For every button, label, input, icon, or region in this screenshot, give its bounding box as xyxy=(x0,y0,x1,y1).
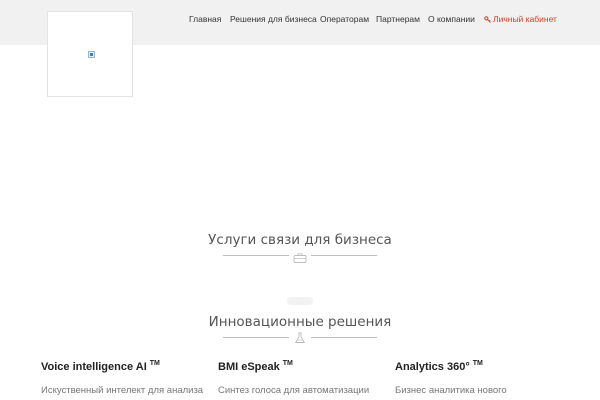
decorative-pill xyxy=(287,297,313,305)
briefcase-icon xyxy=(293,250,307,263)
telecom-section-title: Услуги связи для бизнеса xyxy=(208,232,392,248)
nav-item-home[interactable]: Главная xyxy=(189,14,221,24)
telecom-divider-left xyxy=(223,255,289,256)
product-card-voice-ai[interactable]: Voice intelligence AI TM Искуственный инт… xyxy=(41,360,216,396)
product-title[interactable]: BMI eSpeak TM xyxy=(218,360,393,373)
product-description: Синтез голоса для автоматизации xyxy=(218,385,370,396)
nav-item-partners[interactable]: Партнерам xyxy=(376,14,420,24)
page: Главная Решения для бизнеса Операторам П… xyxy=(0,0,600,400)
flask-icon xyxy=(294,331,306,343)
innovative-divider-left xyxy=(223,337,289,338)
product-title[interactable]: Analytics 360° TM xyxy=(395,360,570,373)
trademark-mark: TM xyxy=(472,360,483,367)
telecom-divider-right xyxy=(311,255,377,256)
product-card-espeak[interactable]: BMI eSpeak TM Синтез голоса для автоматиз… xyxy=(218,360,393,396)
trademark-mark: TM xyxy=(282,360,293,367)
product-card-analytics[interactable]: Analytics 360° TM Бизнес аналитика нового xyxy=(395,360,570,396)
product-name: Analytics 360° xyxy=(395,361,470,373)
nav-item-about[interactable]: О компании xyxy=(428,14,475,24)
product-description: Искуственный интелект для анализа xyxy=(41,385,204,396)
account-label: Личный кабинет xyxy=(493,14,557,24)
product-description: Бизнес аналитика нового xyxy=(395,385,507,396)
product-name: BMI eSpeak xyxy=(218,361,280,373)
broken-image-icon xyxy=(88,51,95,58)
main-nav: Главная Решения для бизнеса Операторам П… xyxy=(0,0,600,40)
nav-item-account[interactable]: Личный кабинет xyxy=(484,14,557,24)
product-title[interactable]: Voice intelligence AI TM xyxy=(41,360,216,373)
product-name: Voice intelligence AI xyxy=(41,361,147,373)
innovative-section-title: Инновационные решения xyxy=(208,314,392,330)
nav-item-business-solutions[interactable]: Решения для бизнеса xyxy=(230,14,317,24)
key-icon xyxy=(484,15,491,23)
nav-item-operators[interactable]: Операторам xyxy=(320,14,369,24)
trademark-mark: TM xyxy=(149,360,160,367)
innovative-divider-right xyxy=(311,337,377,338)
